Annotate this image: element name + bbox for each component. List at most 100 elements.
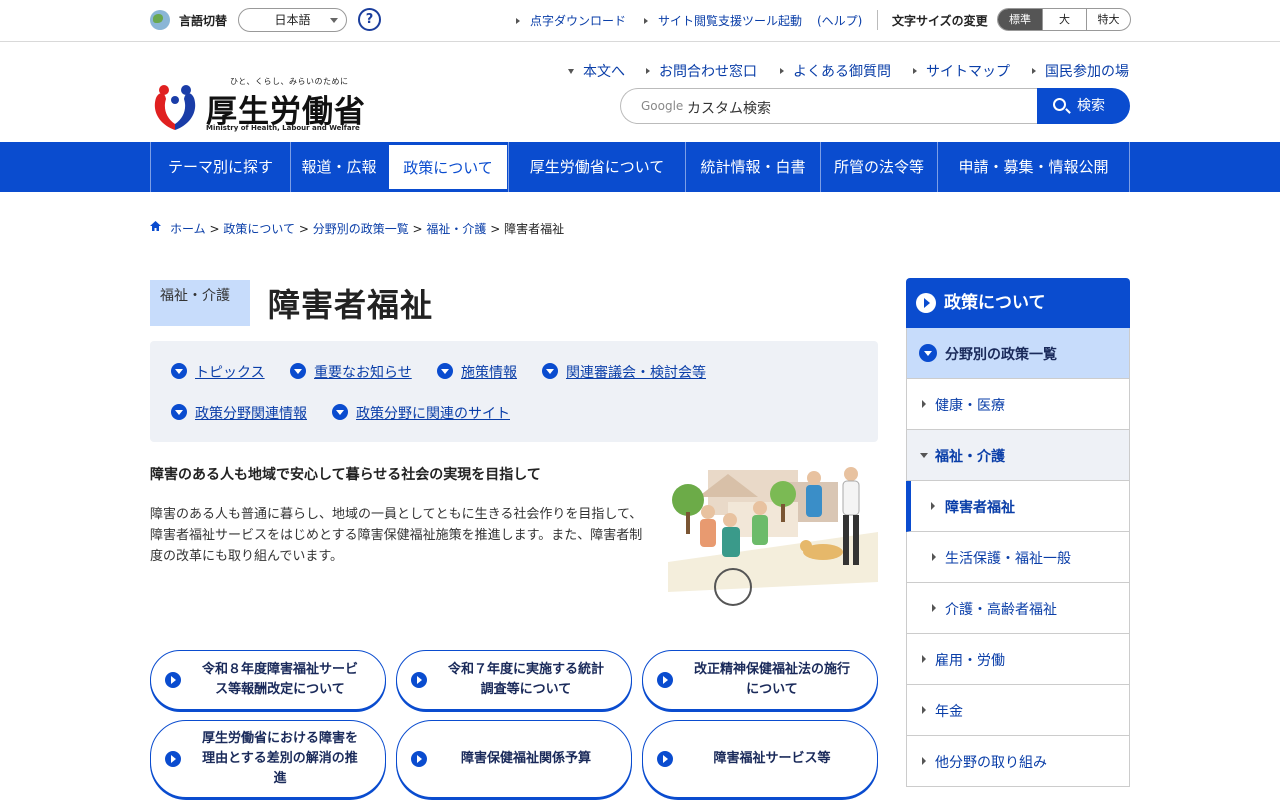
search-input[interactable]: Google カスタム検索 bbox=[620, 88, 1050, 124]
chevron-down-icon bbox=[919, 344, 937, 362]
header-link-label: 国民参加の場 bbox=[1045, 64, 1129, 80]
header-link-label: サイトマップ bbox=[926, 64, 1010, 80]
arrow-right-icon bbox=[913, 68, 917, 74]
side-nav-item-disability[interactable]: 障害者福祉 bbox=[906, 481, 1130, 532]
nav-theme[interactable]: テーマ別に探す bbox=[150, 142, 290, 192]
label-line: 調査等について bbox=[480, 682, 572, 697]
anchor-label: 政策分野に関連のサイト bbox=[356, 406, 510, 422]
nav-statistics[interactable]: 統計情報・白書 bbox=[685, 142, 820, 192]
nav-policy[interactable]: 政策について bbox=[388, 144, 508, 190]
link-button-fee-revision[interactable]: 令和８年度障害福祉サービ ス等報酬改定について bbox=[150, 650, 386, 710]
label-line: 障害保健福祉関係予算 bbox=[460, 751, 591, 766]
language-select[interactable]: 日本語 bbox=[238, 8, 347, 32]
anchor-links-panel bbox=[150, 341, 878, 442]
label-line: 令和８年度障害福祉サービ bbox=[201, 662, 358, 677]
community-illustration bbox=[668, 467, 878, 606]
side-nav-item-label: 障害者福祉 bbox=[945, 500, 1015, 516]
side-nav-item-health[interactable]: 健康・医療 bbox=[906, 379, 1130, 430]
breadcrumb-separator: > bbox=[490, 222, 505, 236]
link-button-mental-health-law[interactable]: 改正精神保健福祉法の施行 について bbox=[642, 650, 878, 710]
link-button-label: 厚生労働省における障害を 理由とする差別の解消の推進 bbox=[187, 721, 373, 797]
arrow-right-icon bbox=[657, 672, 673, 688]
intro-heading: 障害のある人も地域で安心して暮らせる社会の実現を目指して bbox=[150, 467, 541, 483]
nav-about[interactable]: 厚生労働省について bbox=[508, 142, 685, 192]
header-link-faq[interactable]: よくある御質問 bbox=[780, 61, 891, 81]
breadcrumb-welfare[interactable]: 福祉・介護 bbox=[426, 222, 486, 236]
side-nav-section[interactable]: 分野別の政策一覧 bbox=[906, 328, 1130, 379]
braille-download-link[interactable]: 点字ダウンロード bbox=[516, 12, 626, 29]
link-button-discrimination[interactable]: 厚生労働省における障害を 理由とする差別の解消の推進 bbox=[150, 720, 386, 798]
braille-download-label: 点字ダウンロード bbox=[530, 14, 627, 28]
anchor-councils[interactable]: 関連審議会・検討会等 bbox=[542, 362, 706, 382]
anchor-related-sites[interactable]: 政策分野に関連のサイト bbox=[332, 403, 510, 423]
font-size-standard-button[interactable]: 標準 bbox=[998, 9, 1042, 30]
mhlw-logo-mark[interactable] bbox=[150, 80, 200, 132]
label-line: ス等報酬改定について bbox=[215, 682, 345, 697]
side-nav-head[interactable]: 政策について bbox=[906, 278, 1130, 328]
font-size-large-button[interactable]: 大 bbox=[1042, 9, 1086, 30]
side-nav-item-pension[interactable]: 年金 bbox=[906, 685, 1130, 736]
arrow-right-icon bbox=[922, 706, 926, 714]
side-nav-section-label: 分野別の政策一覧 bbox=[945, 347, 1057, 363]
link-button-label: 令和８年度障害福祉サービ ス等報酬改定について bbox=[187, 651, 373, 709]
global-nav: テーマ別に探す 報道・広報 政策について 厚生労働省について 統計情報・白書 所… bbox=[0, 142, 1280, 192]
anchor-related-info[interactable]: 政策分野関連情報 bbox=[171, 403, 307, 423]
chevron-down-icon bbox=[330, 18, 338, 23]
anchor-label: トピックス bbox=[195, 365, 265, 381]
nav-press[interactable]: 報道・広報 bbox=[290, 142, 387, 192]
breadcrumb-home[interactable]: ホーム bbox=[170, 222, 206, 236]
side-nav-item-label: 介護・高齢者福祉 bbox=[945, 602, 1057, 618]
anchor-notices[interactable]: 重要なお知らせ bbox=[290, 362, 412, 382]
header-link-main-content[interactable]: 本文へ bbox=[568, 61, 625, 81]
label-line: 進 bbox=[273, 771, 287, 786]
assist-tool-link[interactable]: サイト閲覧支援ツール起動 bbox=[644, 12, 802, 29]
arrow-right-icon bbox=[922, 400, 926, 408]
breadcrumb-policy[interactable]: 政策について bbox=[223, 222, 295, 236]
arrow-right-icon bbox=[1032, 68, 1036, 74]
link-button-budget[interactable]: 障害保健福祉関係予算 bbox=[396, 720, 632, 798]
side-nav-item-elderly[interactable]: 介護・高齢者福祉 bbox=[906, 583, 1130, 634]
side-nav-item-livelihood[interactable]: 生活保護・福祉一般 bbox=[906, 532, 1130, 583]
header-link-label: お問合わせ窓口 bbox=[659, 64, 757, 80]
anchor-label: 関連審議会・検討会等 bbox=[566, 365, 706, 381]
header-link-contact[interactable]: お問合わせ窓口 bbox=[646, 61, 757, 81]
side-nav-item-welfare[interactable]: 福祉・介護 bbox=[906, 430, 1130, 481]
assist-tool-label: サイト閲覧支援ツール起動 bbox=[658, 14, 803, 28]
side-nav-head-label: 政策について bbox=[944, 293, 1046, 313]
arrow-right-icon bbox=[932, 604, 936, 612]
label-line: 令和７年度に実施する統計 bbox=[447, 662, 604, 677]
assist-help-link[interactable]: (ヘルプ) bbox=[817, 12, 862, 29]
arrow-right-icon bbox=[165, 672, 181, 688]
language-value: 日本語 bbox=[274, 13, 311, 27]
header-link-sitemap[interactable]: サイトマップ bbox=[913, 61, 1010, 81]
search-button[interactable]: 検索 bbox=[1037, 88, 1130, 124]
side-nav-item-label: 年金 bbox=[935, 704, 963, 720]
arrow-right-icon bbox=[780, 68, 784, 74]
label-line: 改正精神保健福祉法の施行 bbox=[693, 662, 850, 677]
anchor-label: 重要なお知らせ bbox=[314, 365, 412, 381]
side-nav-item-employment[interactable]: 雇用・労働 bbox=[906, 634, 1130, 685]
side-nav-item-label: 福祉・介護 bbox=[935, 449, 1005, 465]
header-link-participation[interactable]: 国民参加の場 bbox=[1032, 61, 1129, 81]
chevron-down-icon bbox=[290, 363, 306, 379]
anchor-topics[interactable]: トピックス bbox=[171, 362, 265, 382]
label-line: 障害福祉サービス等 bbox=[713, 751, 831, 766]
language-help-button[interactable]: ? bbox=[358, 8, 381, 31]
nav-laws[interactable]: 所管の法令等 bbox=[820, 142, 937, 192]
chevron-down-icon bbox=[332, 404, 348, 420]
arrow-right-icon bbox=[922, 655, 926, 663]
font-size-xlarge-button[interactable]: 特大 bbox=[1086, 9, 1130, 30]
breadcrumb-policy-list[interactable]: 分野別の政策一覧 bbox=[313, 222, 409, 236]
search-placeholder: カスタム検索 bbox=[687, 101, 771, 117]
nav-applications[interactable]: 申請・募集・情報公開 bbox=[937, 142, 1130, 192]
anchor-measures[interactable]: 施策情報 bbox=[437, 362, 517, 382]
side-nav-item-other[interactable]: 他分野の取り組み bbox=[906, 736, 1130, 787]
link-button-services[interactable]: 障害福祉サービス等 bbox=[642, 720, 878, 798]
page-title: 障害者福祉 bbox=[268, 286, 434, 324]
link-button-statistics-survey[interactable]: 令和７年度に実施する統計 調査等について bbox=[396, 650, 632, 710]
label-line: 厚生労働省における障害を bbox=[201, 731, 358, 746]
arrow-right-icon bbox=[646, 68, 650, 74]
utility-bar: 言語切替 日本語 ? 点字ダウンロード サイト閲覧支援ツール起動 (ヘルプ) 文… bbox=[0, 0, 1280, 42]
arrow-right-icon bbox=[657, 751, 673, 767]
category-badge: 福祉・介護 bbox=[150, 280, 250, 326]
